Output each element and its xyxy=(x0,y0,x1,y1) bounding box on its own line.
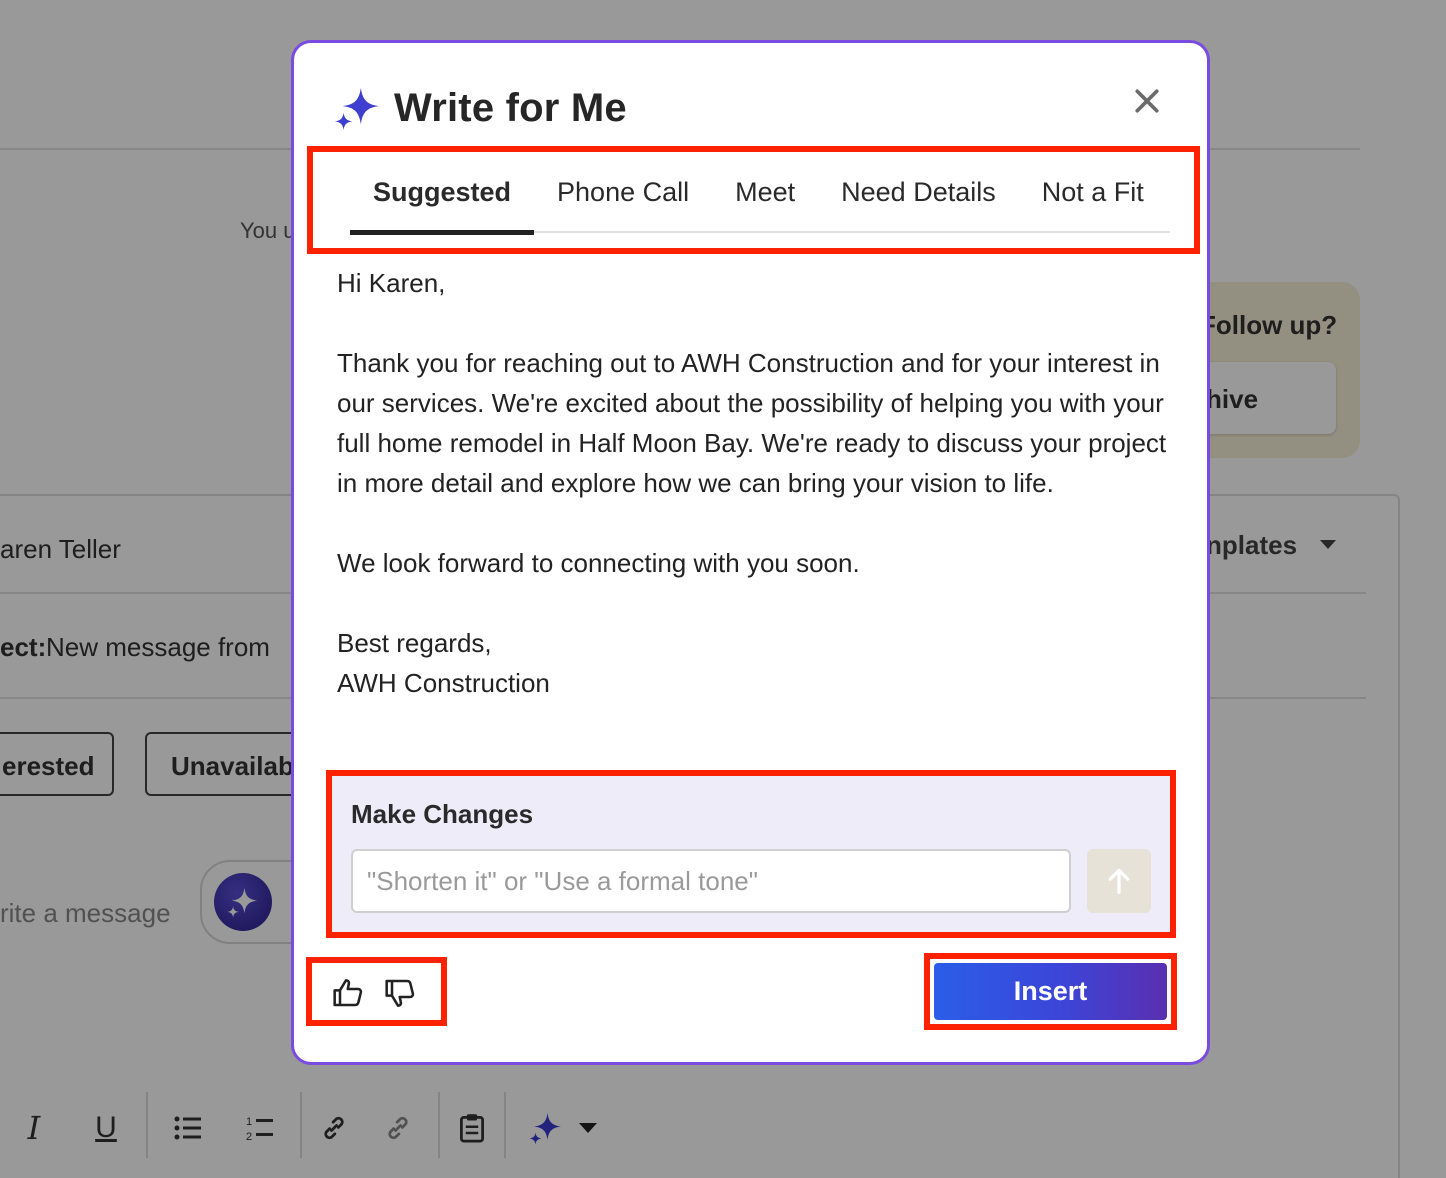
insert-button[interactable]: Insert xyxy=(934,963,1167,1020)
thumbs-up-icon xyxy=(333,979,363,1007)
dialog-header: Write for Me xyxy=(334,85,627,131)
make-changes-panel: Make Changes xyxy=(326,770,1176,938)
message-paragraph: Thank you for reaching out to AWH Constr… xyxy=(337,348,1167,498)
thumbs-down-icon xyxy=(385,979,415,1007)
make-changes-input[interactable] xyxy=(351,849,1071,913)
thumbs-up-button[interactable] xyxy=(328,973,368,1013)
message-signature: AWH Construction xyxy=(337,668,550,698)
message-greeting: Hi Karen, xyxy=(337,268,446,298)
thumbs-down-button[interactable] xyxy=(380,973,420,1013)
close-button[interactable] xyxy=(1129,83,1165,119)
insert-highlight: Insert xyxy=(924,953,1177,1030)
close-icon xyxy=(1135,89,1159,113)
message-paragraph: We look forward to connecting with you s… xyxy=(337,548,860,578)
submit-changes-button[interactable] xyxy=(1087,849,1151,913)
tab-bar: Suggested Phone Call Meet Need Details N… xyxy=(350,169,1170,235)
generated-message: Hi Karen, Thank you for reaching out to … xyxy=(337,263,1177,703)
tab-phone-call[interactable]: Phone Call xyxy=(534,169,712,233)
feedback-controls xyxy=(306,957,447,1026)
tab-meet[interactable]: Meet xyxy=(712,169,818,233)
write-for-me-dialog: Write for Me Suggested Phone Call Meet N… xyxy=(291,40,1210,1065)
make-changes-label: Make Changes xyxy=(351,799,534,829)
sparkle-icon xyxy=(334,87,380,131)
tab-need-details[interactable]: Need Details xyxy=(818,169,1019,233)
tab-suggested[interactable]: Suggested xyxy=(350,169,535,235)
tab-not-a-fit[interactable]: Not a Fit xyxy=(1019,169,1167,233)
dialog-title: Write for Me xyxy=(394,85,627,130)
message-signoff: Best regards, xyxy=(337,628,492,658)
tabs-highlight: Suggested Phone Call Meet Need Details N… xyxy=(307,146,1200,254)
arrow-up-icon xyxy=(1108,868,1130,894)
